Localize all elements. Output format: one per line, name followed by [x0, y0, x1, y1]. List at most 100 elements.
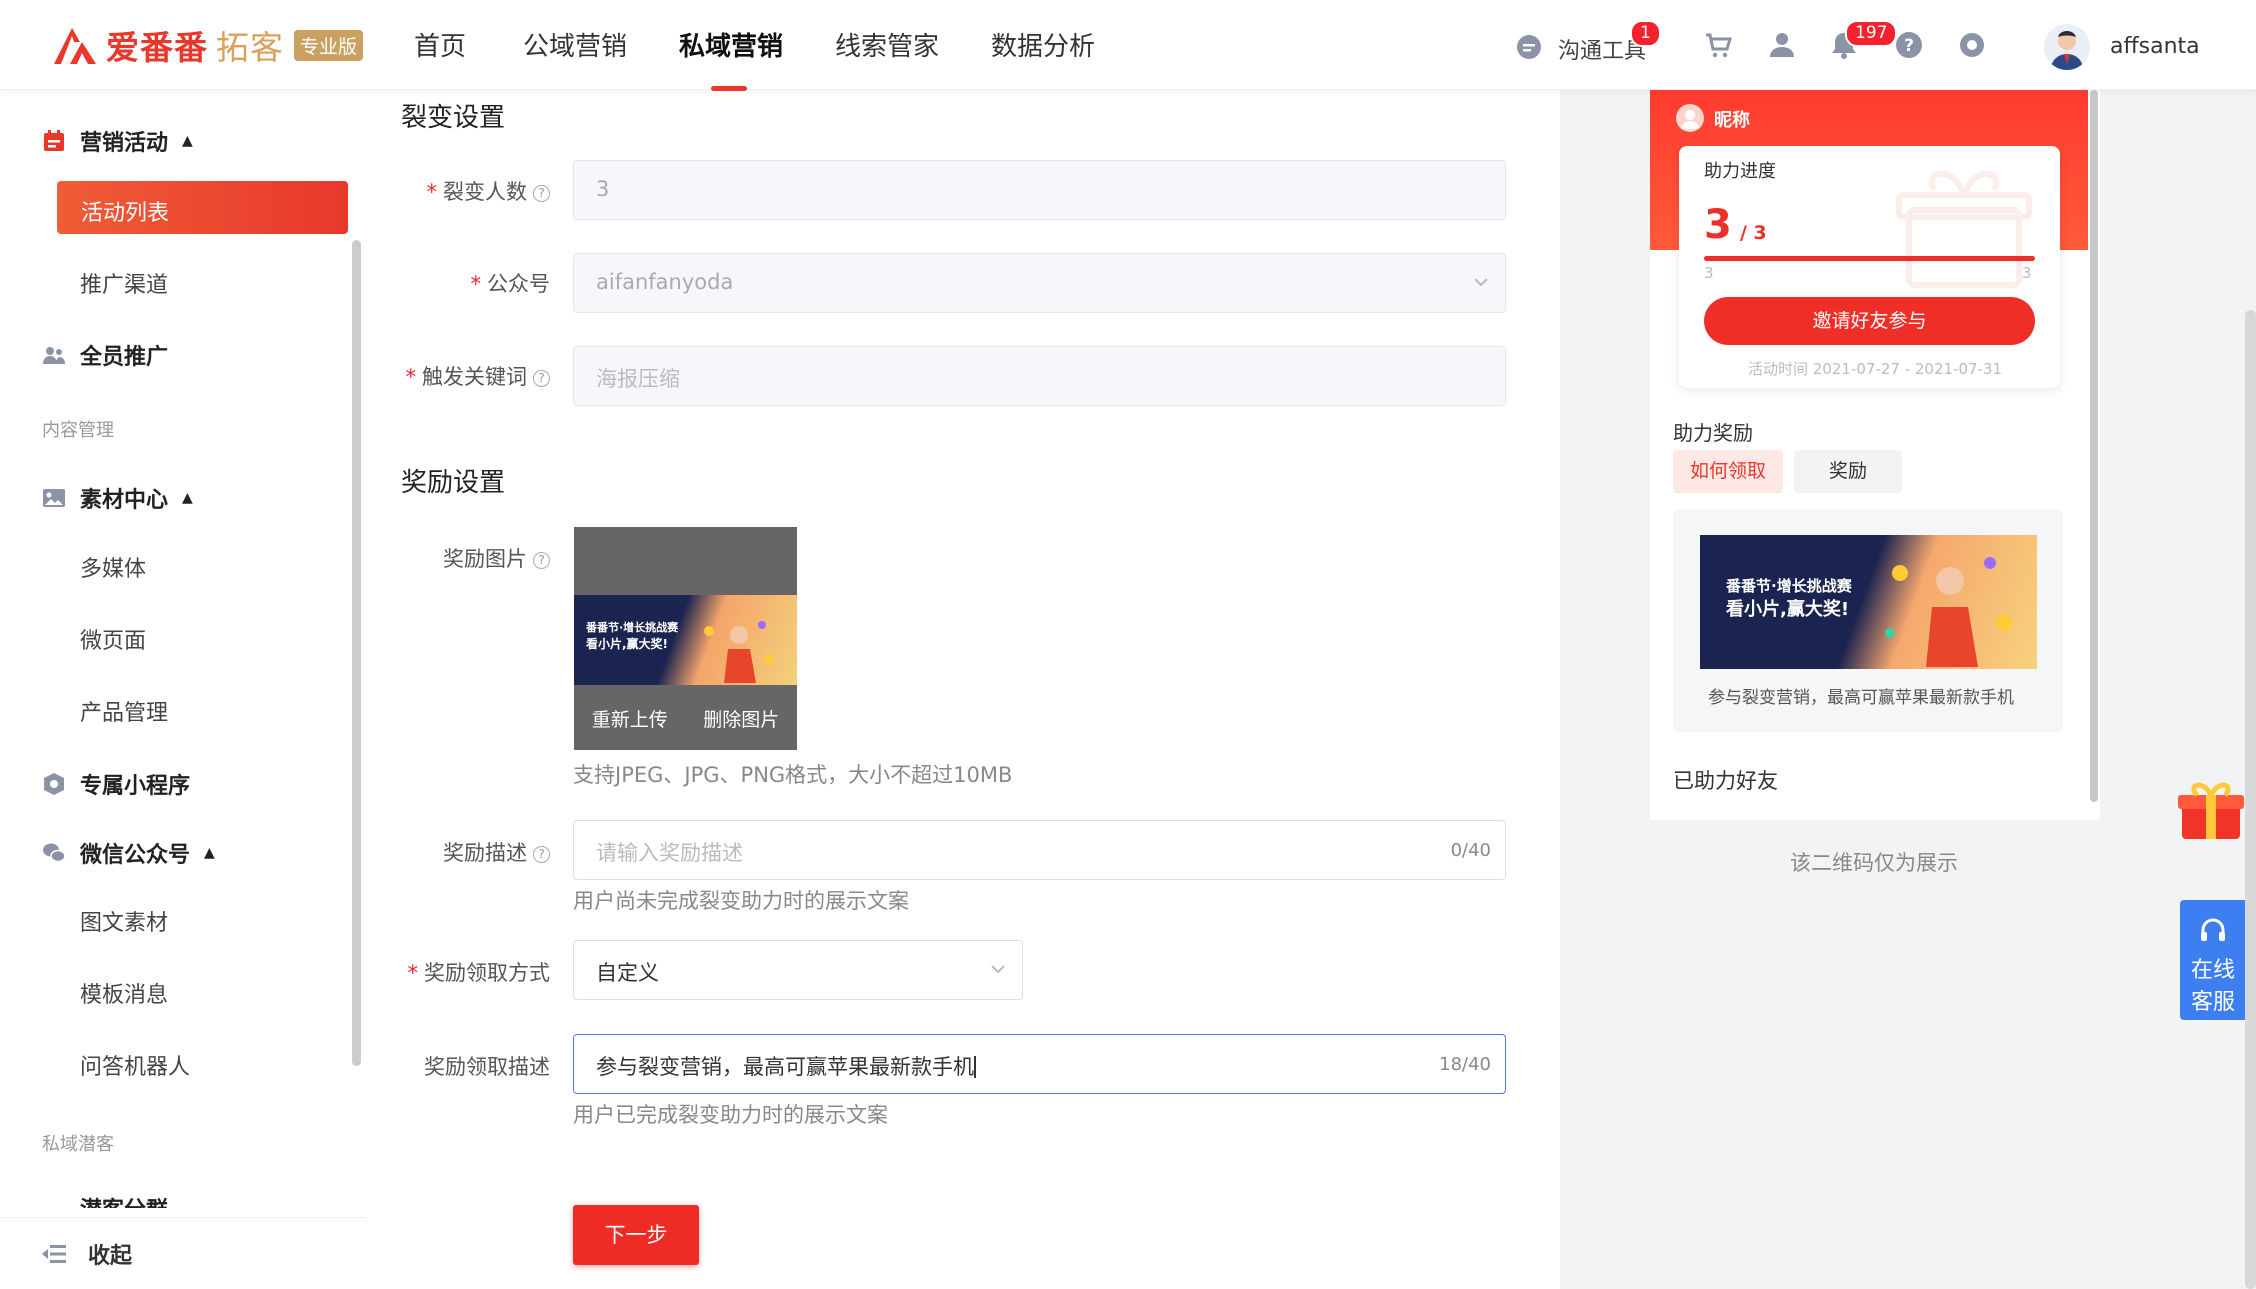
progress-scale-min: 3 — [1704, 264, 1714, 282]
question-icon[interactable]: ? — [533, 552, 550, 569]
collapse-icon — [42, 1244, 66, 1263]
svg-text:?: ? — [1904, 36, 1914, 56]
sidebar-group-material[interactable]: 素材中心 ▲ — [42, 482, 193, 514]
invite-friends-button[interactable]: 邀请好友参与 — [1704, 297, 2035, 345]
sidebar-group-all-staff[interactable]: 全员推广 — [42, 339, 168, 371]
chat-icon[interactable] — [1516, 34, 1542, 60]
tab-how-to-claim[interactable]: 如何领取 — [1673, 450, 1783, 493]
gift-watermark-icon — [1896, 170, 2032, 288]
keyword-input[interactable]: 海报压缩 — [573, 346, 1506, 406]
avatar[interactable] — [2044, 24, 2090, 70]
sidebar-section-content: 内容管理 — [42, 420, 114, 441]
sidebar-item-activity-list[interactable]: 活动列表 — [57, 181, 348, 234]
reward-desc-input[interactable]: 请输入奖励描述 0/40 — [573, 820, 1506, 880]
nav-lead-manager[interactable]: 线索管家 — [835, 26, 939, 63]
claim-desc-input[interactable]: 参与裂变营销，最高可赢苹果最新款手机 18/40 — [573, 1034, 1506, 1094]
reward-image-preview: 番番节·增长挑战赛 看小片,赢大奖! 重新上传 删除图片 — [574, 527, 797, 750]
help-icon[interactable]: ? — [1894, 30, 1924, 60]
thumb-banner-line1: 番番节·增长挑战赛 — [586, 621, 679, 634]
sidebar-item-micropage[interactable]: 微页面 — [80, 623, 146, 655]
top-bar: 爱番番 拓客 专业版 首页 公域营销 私域营销 线索管家 数据分析 沟通工具 1… — [0, 0, 2256, 91]
claim-desc-count: 18/40 — [1439, 1054, 1491, 1075]
question-icon[interactable]: ? — [533, 370, 550, 387]
page-scrollbar[interactable] — [2245, 310, 2256, 1289]
progress-scale-max: 3 — [2022, 264, 2032, 282]
question-icon[interactable]: ? — [533, 185, 550, 202]
service-line2: 客服 — [2190, 990, 2235, 1015]
tab-reward[interactable]: 奖励 — [1794, 450, 1902, 493]
nav-private-marketing[interactable]: 私域营销 — [679, 26, 783, 63]
sidebar-group-miniprogram[interactable]: 专属小程序 — [42, 768, 190, 800]
collapse-label: 收起 — [88, 1243, 133, 1269]
sidebar-item-partial[interactable]: 潜客分群 — [42, 1196, 342, 1208]
sidebar-item-multimedia[interactable]: 多媒体 — [80, 551, 146, 583]
tools-badge: 1 — [1630, 20, 1661, 47]
reward-desc-label: 奖励描述? — [350, 837, 550, 867]
reward-banner: 番番节·增长挑战赛 看小片,赢大奖! — [1700, 535, 2037, 669]
sidebar-group-label: 全员推广 — [80, 345, 169, 370]
settings-icon[interactable] — [1957, 30, 1987, 60]
fission-count-input[interactable]: 3 — [573, 160, 1506, 220]
nav-home[interactable]: 首页 — [414, 26, 466, 63]
banner-character-icon — [704, 621, 774, 683]
headset-icon — [2201, 918, 2225, 941]
logo-mark-icon — [54, 28, 96, 64]
wechat-icon — [43, 843, 66, 863]
cart-icon[interactable] — [1703, 30, 1733, 60]
chevron-down-icon — [991, 965, 1005, 974]
collapse-button[interactable]: 收起 — [0, 1217, 366, 1289]
sidebar-group-marketing[interactable]: 营销活动 ▲ — [42, 125, 193, 157]
reward-desc-count: 0/40 — [1450, 840, 1491, 861]
online-service-button[interactable]: 在线 客服 — [2180, 900, 2246, 1020]
banner-line2: 看小片,赢大奖! — [1726, 599, 1850, 620]
next-step-button[interactable]: 下一步 — [573, 1205, 699, 1265]
helped-friends-title: 已助力好友 — [1673, 769, 1778, 793]
image-icon — [43, 489, 65, 507]
sidebar-item-product[interactable]: 产品管理 — [80, 695, 168, 727]
caret-up-icon: ▲ — [204, 845, 215, 861]
logo-title: 爱番番 — [106, 28, 208, 67]
sidebar — [0, 90, 366, 1289]
claim-method-select[interactable]: 自定义 — [573, 940, 1023, 1000]
sidebar-group-label: 素材中心 — [80, 488, 169, 513]
gift-icon[interactable] — [2178, 777, 2244, 843]
reward-section-title: 助力奖励 — [1673, 421, 1753, 445]
reward-desc-hint: 用户尚未完成裂变助力时的展示文案 — [573, 889, 909, 913]
sidebar-group-label: 营销活动 — [80, 131, 169, 156]
nav-data-analysis[interactable]: 数据分析 — [991, 26, 1095, 63]
sidebar-item-template[interactable]: 模板消息 — [80, 977, 168, 1009]
nav-public-marketing[interactable]: 公域营销 — [523, 26, 627, 63]
question-icon[interactable]: ? — [533, 846, 550, 863]
reward-image-label: 奖励图片? — [350, 543, 550, 573]
logo-subtitle: 拓客 — [216, 28, 284, 67]
nav-active-indicator — [711, 86, 747, 91]
activity-time: 活动时间 2021-07-27 - 2021-07-31 — [1748, 360, 2003, 378]
section-reward: 奖励设置 — [401, 468, 506, 498]
caret-up-icon: ▲ — [182, 490, 193, 506]
official-account-label: * 公众号 — [470, 272, 551, 296]
fission-count-label: * 裂变人数? — [350, 176, 550, 206]
calendar-icon — [44, 130, 64, 151]
official-account-select[interactable]: aifanfanyoda — [573, 253, 1506, 313]
username[interactable]: affsanta — [2110, 34, 2200, 59]
delete-image-button[interactable]: 删除图片 — [703, 705, 779, 732]
sidebar-item-qa-robot[interactable]: 问答机器人 — [80, 1049, 190, 1081]
service-line1: 在线 — [2190, 958, 2235, 983]
user-icon[interactable] — [1767, 30, 1797, 60]
keyword-label: * 触发关键词? — [350, 361, 550, 391]
banner-line1: 番番节·增长挑战赛 — [1726, 577, 1852, 595]
progress-current: 3 — [1704, 202, 1732, 248]
team-icon — [43, 347, 65, 364]
sidebar-item-channel[interactable]: 推广渠道 — [80, 267, 168, 299]
reupload-button[interactable]: 重新上传 — [592, 705, 668, 732]
logo[interactable]: 爱番番 拓客 专业版 — [52, 22, 364, 68]
claim-method-label: * 奖励领取方式 — [407, 961, 551, 985]
progress-fill — [1704, 256, 2035, 261]
banner-character-icon — [1885, 557, 2012, 667]
sidebar-item-article[interactable]: 图文素材 — [80, 905, 168, 937]
phone-scrollbar[interactable] — [2088, 90, 2100, 820]
sidebar-group-wechat[interactable]: 微信公众号 ▲ — [42, 837, 215, 869]
progress-track — [1704, 256, 2035, 261]
reward-banner-thumbnail: 番番节·增长挑战赛 看小片,赢大奖! — [574, 595, 797, 685]
sidebar-group-label: 专属小程序 — [80, 774, 191, 799]
